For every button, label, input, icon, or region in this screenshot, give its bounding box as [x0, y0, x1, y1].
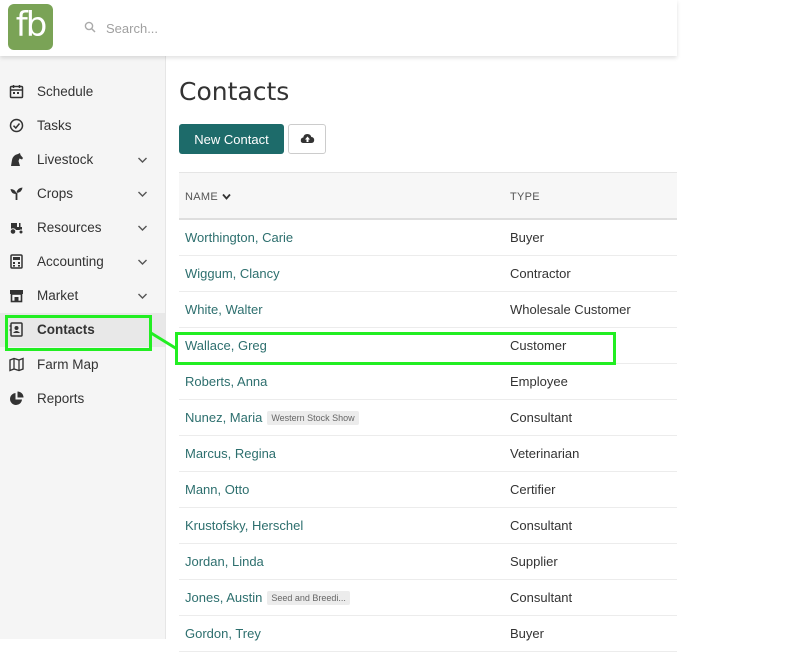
table-body: Worthington, Carie Buyer Wiggum, Clancy Co…: [179, 220, 677, 652]
sidebar-item-schedule[interactable]: Schedule: [0, 75, 165, 109]
chevron-down-icon: [138, 293, 147, 299]
chevron-down-icon: [138, 225, 147, 231]
pie-chart-icon: [10, 391, 24, 405]
cloud-upload-icon: [300, 134, 315, 143]
contacts-table: NAME TYPE Worthington, Carie Buyer Wiggum…: [179, 172, 677, 652]
tractor-icon: [9, 223, 24, 235]
store-icon: [10, 290, 23, 303]
chevron-down-icon: [138, 157, 147, 163]
contact-name-link[interactable]: Marcus, Regina: [185, 446, 276, 461]
page-title: Contacts: [179, 77, 290, 106]
contact-name-link[interactable]: Worthington, Carie: [185, 230, 293, 245]
contact-name-link[interactable]: Krustofsky, Herschel: [185, 518, 303, 533]
sidebar-item-label: Farm Map: [37, 357, 99, 372]
sort-chevron-down-icon[interactable]: [222, 193, 231, 200]
table-row[interactable]: Krustofsky, Herschel Consultant: [179, 508, 677, 544]
calendar-icon: [9, 85, 24, 99]
table-row[interactable]: Worthington, Carie Buyer: [179, 220, 677, 256]
contact-type: Consultant: [510, 518, 573, 533]
table-header: NAME TYPE: [179, 172, 677, 220]
table-row[interactable]: Nunez, Maria Western Stock Show Consultant: [179, 400, 677, 436]
sidebar-item-tasks[interactable]: Tasks: [0, 109, 165, 143]
highlight-box-contacts: [5, 315, 152, 351]
contact-tag: Seed and Breedi...: [267, 591, 350, 605]
column-header-name[interactable]: NAME: [185, 191, 218, 203]
sidebar-item-farm-map[interactable]: Farm Map: [0, 348, 165, 382]
contact-type: Wholesale Customer: [510, 302, 631, 317]
contact-type: Supplier: [510, 554, 558, 569]
chevron-down-icon: [138, 259, 147, 265]
contact-type: Certifier: [510, 482, 556, 497]
contact-name-link[interactable]: Mann, Otto: [185, 482, 249, 497]
contact-type: Veterinarian: [510, 446, 580, 461]
contact-name-link[interactable]: Wiggum, Clancy: [185, 266, 280, 281]
contact-name-link[interactable]: Nunez, Maria Western Stock Show: [185, 410, 359, 425]
logo-text: fb: [15, 5, 48, 45]
sidebar-item-label: Crops: [37, 186, 74, 201]
table-row[interactable]: Gordon, Trey Buyer: [179, 616, 677, 652]
chevron-down-icon: [138, 191, 147, 197]
sidebar-item-label: Tasks: [37, 118, 72, 133]
calculator-icon: [10, 254, 23, 269]
table-row[interactable]: Mann, Otto Certifier: [179, 472, 677, 508]
sidebar-item-accounting[interactable]: Accounting: [0, 245, 165, 279]
farmbrite-logo[interactable]: fb: [8, 4, 53, 50]
contact-name-link[interactable]: White, Walter: [185, 302, 263, 317]
check-circle-icon: [9, 118, 24, 133]
table-row[interactable]: Wiggum, Clancy Contractor: [179, 256, 677, 292]
sidebar-item-label: Schedule: [37, 84, 94, 99]
table-row[interactable]: Roberts, Anna Employee: [179, 364, 677, 400]
search-icon: [84, 21, 96, 33]
search-input[interactable]: [104, 16, 408, 40]
table-row[interactable]: Marcus, Regina Veterinarian: [179, 436, 677, 472]
sidebar-item-livestock[interactable]: Livestock: [0, 143, 165, 177]
highlight-box-row: [175, 332, 616, 365]
horse-icon: [11, 153, 23, 166]
contact-name-link[interactable]: Jones, Austin Seed and Breedi...: [185, 590, 350, 605]
table-row[interactable]: Jordan, Linda Supplier: [179, 544, 677, 580]
sidebar-item-label: Market: [37, 288, 79, 303]
new-contact-button[interactable]: New Contact: [179, 124, 284, 154]
sidebar-item-resources[interactable]: Resources: [0, 211, 165, 245]
contact-type: Employee: [510, 374, 568, 389]
sidebar-item-label: Accounting: [37, 254, 104, 269]
contact-name-link[interactable]: Jordan, Linda: [185, 554, 264, 569]
sidebar-item-reports[interactable]: Reports: [0, 382, 165, 416]
column-header-type[interactable]: TYPE: [510, 191, 540, 203]
sidebar-item-market[interactable]: Market: [0, 279, 165, 313]
sidebar-item-label: Reports: [37, 391, 85, 406]
seedling-icon: [10, 187, 23, 200]
table-row[interactable]: Jones, Austin Seed and Breedi... Consultan…: [179, 580, 677, 616]
upload-button[interactable]: [288, 124, 326, 154]
top-bar: fb: [0, 0, 677, 56]
table-row[interactable]: White, Walter Wholesale Customer: [179, 292, 677, 328]
contact-type: Buyer: [510, 230, 544, 245]
sidebar-item-crops[interactable]: Crops: [0, 177, 165, 211]
contact-type: Contractor: [510, 266, 571, 281]
sidebar-item-label: Resources: [37, 220, 102, 235]
contact-name-link[interactable]: Roberts, Anna: [185, 374, 267, 389]
map-icon: [9, 357, 24, 372]
contact-type: Consultant: [510, 590, 573, 605]
contact-type: Consultant: [510, 410, 573, 425]
contact-tag: Western Stock Show: [267, 411, 359, 425]
sidebar-item-label: Livestock: [37, 152, 94, 167]
